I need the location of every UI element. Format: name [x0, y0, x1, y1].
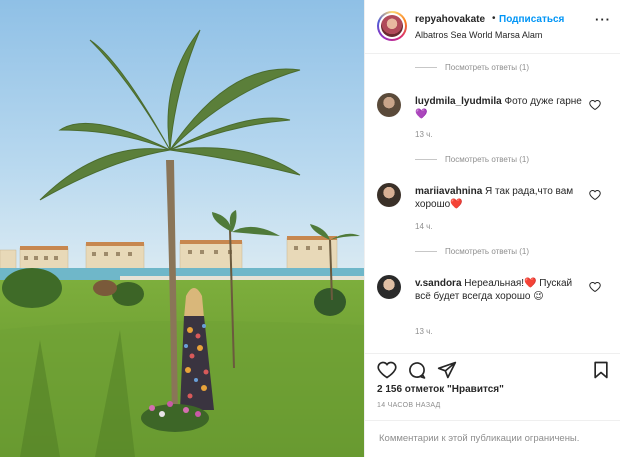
likes-count[interactable]: 2 156 отметок "Нравится" [377, 384, 504, 395]
divider-line [415, 67, 437, 68]
comment-time: 14 ч. [415, 222, 433, 231]
heart-icon[interactable] [377, 360, 397, 380]
view-replies-label: Посмотреть ответы (1) [445, 155, 530, 164]
separator-dot: • [492, 13, 496, 24]
comment-text-block: mariiavahnina Я так рада,что вам хорошо❤… [415, 185, 583, 211]
post-photo [0, 0, 364, 457]
post-header: repyahovakate • Подписаться Albatros Sea… [365, 0, 620, 54]
comment-text-block: v.sandora Нереальная!❤️ Пускай всё будет… [415, 277, 583, 303]
post-actions-bar: 2 156 отметок "Нравится" 14 ЧАСОВ НАЗАД [365, 353, 620, 413]
post-image [0, 0, 364, 457]
post-timestamp: 14 ЧАСОВ НАЗАД [377, 402, 441, 409]
commenter-username[interactable]: v.sandora [415, 278, 462, 289]
author-username[interactable]: repyahovakate [415, 14, 485, 25]
restricted-text: Комментарии к этой публикации ограничены… [379, 433, 580, 444]
comments-restricted-notice: Комментарии к этой публикации ограничены… [365, 420, 620, 457]
view-replies-label: Посмотреть ответы (1) [445, 247, 530, 256]
commenter-avatar[interactable] [377, 275, 401, 299]
comments-list: Посмотреть ответы (1) luydmila_lyudmila … [365, 55, 620, 353]
comment-item: mariiavahnina Я так рада,что вам хорошо❤… [377, 183, 609, 233]
post-location[interactable]: Albatros Sea World Marsa Alam [415, 30, 542, 40]
divider-line [415, 251, 437, 252]
follow-button[interactable]: Подписаться [499, 14, 564, 25]
comment-text-block: luydmila_lyudmila Фото дуже гарне 💜 [415, 95, 583, 121]
commenter-username[interactable]: luydmila_lyudmila [415, 96, 502, 107]
commenter-username[interactable]: mariiavahnina [415, 186, 482, 197]
comment-item: luydmila_lyudmila Фото дуже гарне 💜 13 ч… [377, 93, 609, 143]
view-replies-button[interactable]: Посмотреть ответы (1) [415, 247, 529, 256]
comment-item: v.sandora Нереальная!❤️ Пускай всё будет… [377, 275, 609, 345]
more-horizontal-icon[interactable]: ··· [595, 12, 611, 27]
comment-icon[interactable] [407, 360, 427, 380]
like-comment-heart-icon[interactable] [589, 99, 601, 111]
commenter-avatar[interactable] [377, 183, 401, 207]
divider-line [415, 159, 437, 160]
paper-plane-icon[interactable] [437, 360, 457, 380]
bookmark-icon[interactable] [591, 360, 611, 380]
like-comment-heart-icon[interactable] [589, 189, 601, 201]
commenter-avatar[interactable] [377, 93, 401, 117]
view-replies-button[interactable]: Посмотреть ответы (1) [415, 63, 529, 72]
post-side-panel: repyahovakate • Подписаться Albatros Sea… [364, 0, 620, 457]
view-replies-label: Посмотреть ответы (1) [445, 63, 530, 72]
view-replies-button[interactable]: Посмотреть ответы (1) [415, 155, 529, 164]
comment-time: 13 ч. [415, 327, 433, 336]
comment-time: 13 ч. [415, 130, 433, 139]
like-comment-heart-icon[interactable] [589, 281, 601, 293]
author-avatar[interactable] [377, 11, 407, 41]
